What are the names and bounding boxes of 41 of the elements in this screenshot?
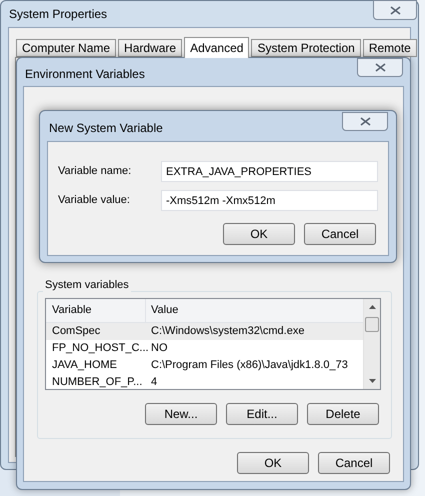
input-field[interactable]: EXTRA_JAVA_PROPERTIES — [161, 161, 378, 182]
dialog-button[interactable]: Delete — [307, 403, 379, 425]
close-button[interactable] — [342, 112, 388, 131]
scroll-up-icon[interactable] — [369, 305, 376, 309]
variable-name: NUMBER_OF_P... — [51, 375, 144, 389]
dialog-button[interactable]: OK — [223, 223, 295, 245]
dialog-button[interactable]: OK — [237, 452, 309, 474]
tab[interactable]: System Protection — [251, 39, 361, 57]
list-row[interactable]: ComSpec C:\Windows\system32\cmd.exe — [46, 323, 363, 340]
scrollbar[interactable] — [363, 299, 380, 389]
dialog-button[interactable]: Cancel — [318, 452, 390, 474]
close-icon — [374, 63, 386, 72]
dialog-button[interactable]: New... — [145, 403, 217, 425]
variable-value: C:\Windows\system32\cmd.exe — [150, 324, 304, 340]
close-button[interactable] — [357, 58, 403, 77]
column-header[interactable]: Value — [146, 299, 363, 322]
close-icon — [390, 6, 400, 14]
dialog-button[interactable]: Cancel — [304, 223, 376, 245]
tab[interactable]: Computer Name — [16, 39, 116, 57]
dialog-button[interactable]: Edit... — [226, 403, 298, 425]
variable-name: FP_NO_HOST_C... — [51, 341, 146, 356]
field-label: Variable name: — [58, 164, 132, 180]
window-title: Environment Variables — [25, 66, 145, 83]
window-title: System Properties — [9, 6, 108, 23]
field-label: Variable value: — [58, 193, 131, 208]
group-label: System variables — [43, 279, 131, 292]
variable-value: C:\Program Files (x86)\Java\jdk1.8.0_73 — [150, 358, 348, 374]
scroll-down-icon[interactable] — [369, 379, 376, 383]
tab[interactable]: Hardware — [118, 39, 182, 57]
variable-name: JAVA_HOME — [51, 358, 118, 374]
variable-value: NO — [150, 341, 168, 356]
tab[interactable]: Remote — [362, 39, 417, 57]
variable-name: ComSpec — [51, 324, 102, 340]
close-button[interactable] — [373, 0, 417, 20]
variable-value: 4 — [150, 375, 158, 389]
close-icon — [360, 117, 370, 126]
column-header[interactable]: Variable — [46, 299, 146, 322]
input-field[interactable]: -Xms512m -Xmx512m — [161, 190, 378, 211]
scroll-thumb[interactable] — [365, 317, 379, 332]
tab[interactable]: Advanced — [184, 37, 250, 58]
window-title: New System Variable — [49, 120, 163, 137]
